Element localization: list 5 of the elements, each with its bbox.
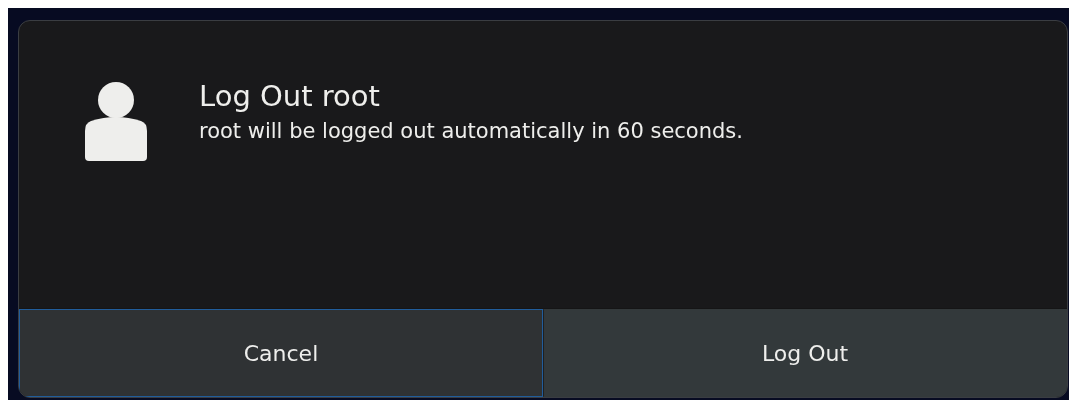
user-icon: [85, 81, 147, 161]
dialog-message: root will be logged out automatically in 60 seconds.: [199, 119, 743, 143]
cancel-button[interactable]: Cancel: [19, 309, 543, 397]
dialog-title: Log Out root: [199, 79, 381, 113]
log-out-button[interactable]: Log Out: [543, 309, 1067, 397]
